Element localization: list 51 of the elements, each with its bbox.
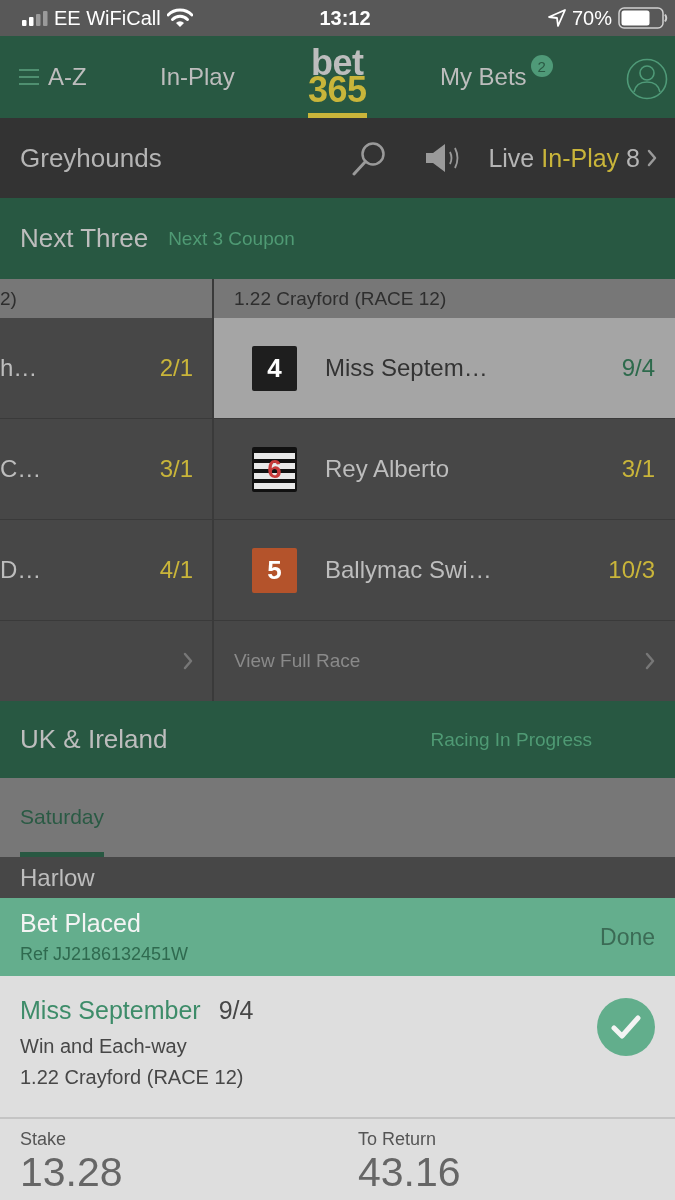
a-z-menu-tab[interactable]: A-Z	[18, 36, 87, 118]
wifi-icon	[166, 8, 193, 28]
race-name: 1.22 Crayford (RACE 12)	[20, 1066, 245, 1089]
battery-percent: 70%	[571, 6, 612, 30]
account-icon[interactable]	[625, 58, 668, 100]
race-heading: 2)	[0, 279, 212, 318]
bet-placed-title: Bet Placed	[20, 909, 142, 938]
nav-tab[interactable]: In-Play	[160, 36, 235, 118]
selection-odds: 9/4	[218, 996, 254, 1025]
live-in-play-link[interactable]: Live In-Play 8	[488, 143, 657, 173]
runner-name: Rey Alberto	[325, 455, 451, 483]
sport-title: Greyhounds	[20, 142, 163, 174]
runner-name: D…	[0, 556, 43, 584]
carrier-name: EE WiFiCall	[54, 6, 161, 30]
stake-label: Stake	[20, 1129, 67, 1150]
clock-time: 13:12	[319, 6, 371, 30]
return-label: To Return	[358, 1129, 437, 1150]
signal-icon	[22, 10, 48, 26]
runner-odds: 2/1	[159, 354, 193, 382]
chevron-right-icon	[645, 652, 655, 670]
section-title: Next Three	[20, 223, 149, 254]
runner-name: Ballymac Swi…	[325, 556, 493, 584]
runner-odds: 3/1	[159, 455, 193, 483]
chevron-right-icon	[183, 652, 193, 670]
runner-odds: 10/3	[608, 556, 655, 584]
selection-name: Miss September	[20, 996, 201, 1025]
nav-tab[interactable]: My Bets 2	[439, 36, 553, 118]
stake-amount: 13.28	[20, 1150, 123, 1194]
chevron-right-icon	[647, 149, 657, 167]
location-arrow-icon	[547, 9, 566, 27]
runner-odds: 9/4	[621, 354, 655, 382]
bet-reference: Ref JJ2186132451W	[20, 944, 190, 965]
runner-odds: 4/1	[159, 556, 193, 584]
race-heading: 1.22 Crayford (RACE 12)	[214, 279, 675, 318]
runner-name: Miss Septem…	[325, 354, 489, 382]
menu-icon	[18, 68, 40, 86]
runner-row[interactable]: 4 Miss Septem… 9/4	[214, 318, 675, 419]
check-circle-icon	[597, 998, 655, 1056]
runner-name: h…	[0, 354, 39, 382]
bet-count-badge: 2	[530, 55, 553, 77]
return-amount: 43.16	[358, 1150, 461, 1194]
battery-icon	[618, 7, 668, 29]
racing-status: Racing In Progress	[430, 728, 592, 751]
search-icon[interactable]	[352, 140, 387, 176]
runner-name: C…	[0, 455, 43, 483]
trap-number-badge: 4	[252, 345, 297, 391]
bet-type: Win and Each-way	[20, 1035, 188, 1058]
section-title: UK & Ireland	[20, 724, 168, 755]
view-full-race-link[interactable]: View Full Race	[234, 650, 645, 672]
trap-number-badge: 5	[252, 547, 297, 593]
runner-odds: 3/1	[621, 455, 655, 483]
